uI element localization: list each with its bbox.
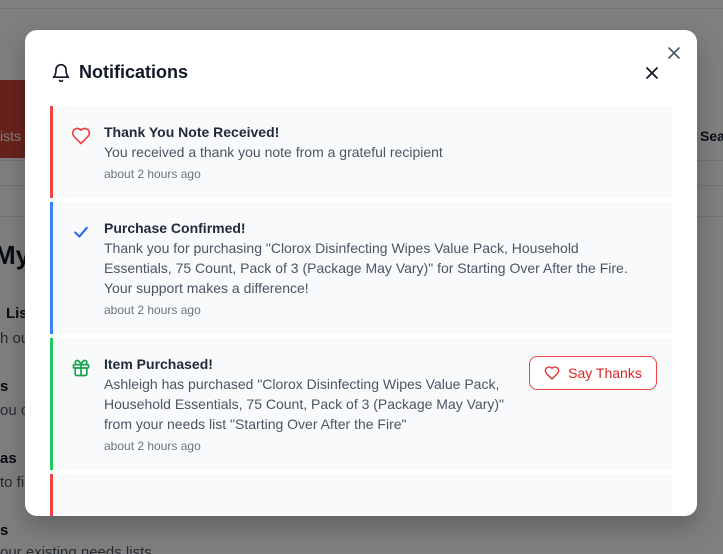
notification-message: Thank you for purchasing "Clorox Disinfe…: [104, 240, 628, 296]
notification-item[interactable]: [50, 474, 672, 516]
say-thanks-button[interactable]: Say Thanks: [529, 356, 657, 390]
notification-title: Item Purchased!: [104, 356, 213, 372]
notification-time: about 2 hours ago: [104, 303, 201, 317]
notification-message: Ashleigh has purchased "Clorox Disinfect…: [104, 376, 505, 432]
say-thanks-label: Say Thanks: [568, 365, 642, 381]
bell-icon: [52, 63, 70, 82]
modal-title: Notifications: [79, 62, 189, 82]
modal-header: Notifications: [51, 62, 188, 83]
notifications-modal: Notifications Thank You Note Received! Y…: [25, 30, 697, 516]
notification-time: about 2 hours ago: [104, 167, 201, 181]
close-icon[interactable]: [645, 66, 659, 80]
gift-icon: [72, 359, 90, 377]
notification-title: Thank You Note Received!: [104, 124, 280, 140]
notification-item[interactable]: Thank You Note Received! You received a …: [50, 106, 672, 198]
notification-message: You received a thank you note from a gra…: [104, 144, 443, 160]
notification-item[interactable]: Item Purchased! Ashleigh has purchased "…: [50, 338, 672, 470]
notification-item[interactable]: Purchase Confirmed! Thank you for purcha…: [50, 202, 672, 334]
notification-time: about 2 hours ago: [104, 439, 201, 453]
notification-title: Purchase Confirmed!: [104, 220, 246, 236]
heart-icon: [544, 366, 560, 380]
check-icon: [74, 226, 88, 238]
close-icon[interactable]: [665, 44, 683, 62]
heart-icon: [71, 127, 91, 145]
notification-list: Thank You Note Received! You received a …: [50, 106, 672, 516]
